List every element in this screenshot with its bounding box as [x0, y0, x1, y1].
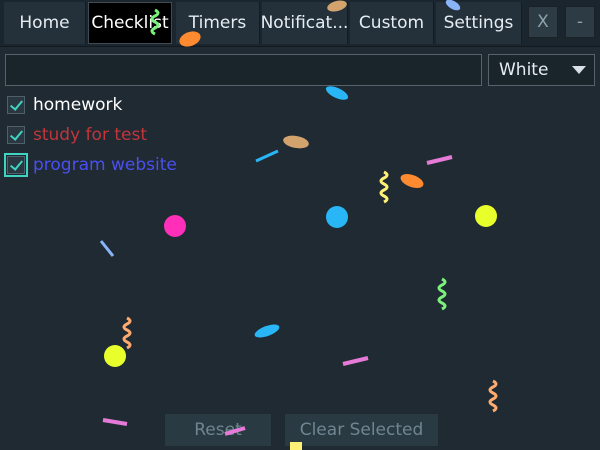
- confetti-piece: [326, 206, 348, 228]
- tab-home[interactable]: Home: [4, 2, 86, 44]
- item-checkbox[interactable]: [7, 126, 25, 144]
- list-item[interactable]: program website: [4, 153, 177, 177]
- check-icon: [9, 96, 23, 111]
- confetti-piece: [488, 379, 498, 413]
- tab-timers[interactable]: Timers: [176, 2, 260, 44]
- item-label: homework: [33, 95, 123, 115]
- confetti-piece: [379, 170, 389, 204]
- confetti-piece: [400, 174, 424, 188]
- item-checkbox[interactable]: [7, 96, 25, 114]
- tab-notifications[interactable]: Notificat...: [262, 2, 348, 44]
- tab-bar: Home Checklist Timers Notificat... Custo…: [0, 0, 600, 47]
- confetti-piece: [254, 324, 280, 338]
- minimize-button[interactable]: -: [565, 6, 595, 38]
- confetti-piece: [475, 205, 497, 227]
- color-select-value: White: [499, 60, 549, 80]
- item-checkbox[interactable]: [4, 153, 28, 177]
- close-button[interactable]: X: [528, 6, 558, 38]
- confetti-piece: [104, 345, 126, 367]
- check-icon: [9, 126, 23, 141]
- item-label: program website: [33, 155, 177, 175]
- reset-button[interactable]: Reset: [164, 413, 272, 447]
- tab-settings[interactable]: Settings: [436, 2, 522, 44]
- tab-checklist[interactable]: Checklist: [88, 2, 172, 44]
- confetti-piece: [426, 155, 453, 165]
- color-select[interactable]: White: [488, 54, 595, 86]
- app-window: Home Checklist Timers Notificat... Custo…: [0, 0, 600, 450]
- clear-selected-button[interactable]: Clear Selected: [284, 413, 439, 447]
- list-item[interactable]: study for test: [7, 123, 147, 147]
- confetti-piece: [325, 86, 349, 100]
- new-item-input[interactable]: [5, 54, 482, 86]
- item-label: study for test: [33, 125, 147, 145]
- confetti-piece: [99, 240, 115, 257]
- tab-custom[interactable]: Custom: [350, 2, 434, 44]
- confetti-piece: [342, 356, 369, 366]
- confetti-piece: [255, 149, 279, 163]
- confetti-piece: [164, 215, 186, 237]
- confetti-piece: [102, 418, 128, 426]
- confetti-piece: [283, 135, 309, 149]
- list-item[interactable]: homework: [7, 93, 122, 117]
- confetti-piece: [122, 316, 132, 350]
- chevron-down-icon: [572, 66, 586, 74]
- confetti-piece: [437, 277, 447, 311]
- check-icon: [9, 156, 23, 171]
